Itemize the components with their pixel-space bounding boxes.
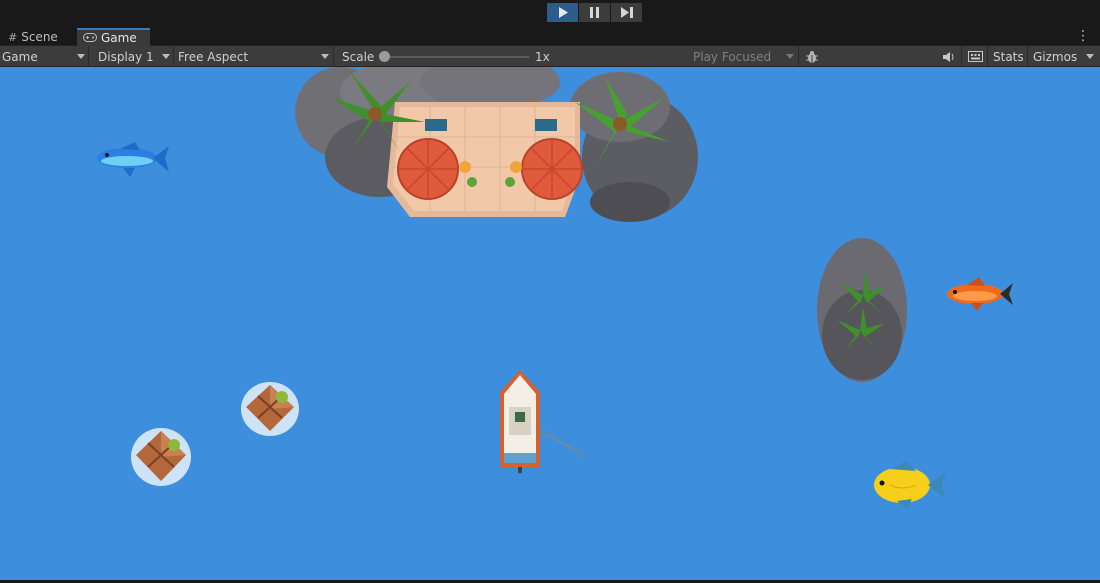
tab-game-label: Game <box>101 31 137 45</box>
play-mode-buttons <box>547 3 642 22</box>
window-tab-strip: # Scene Game ⋮ <box>0 27 1100 46</box>
play-button[interactable] <box>547 3 578 22</box>
play-focused-dropdown[interactable]: Play Focused <box>691 46 799 67</box>
gizmos-label: Gizmos <box>1033 49 1078 64</box>
game-view-toolbar: Game Display 1 Free Aspect Scale 1x Play… <box>0 46 1100 67</box>
play-icon <box>558 7 568 18</box>
floating-crate <box>131 428 191 486</box>
more-options-icon[interactable]: ⋮ <box>1076 29 1090 43</box>
orange-fish <box>947 277 1013 311</box>
scale-slider-handle[interactable] <box>379 51 390 62</box>
scale-value-text: 1x <box>535 49 550 64</box>
rock-islet <box>817 238 907 382</box>
blue-fish <box>97 142 169 177</box>
chevron-down-icon <box>321 54 329 59</box>
chevron-down-icon <box>786 54 794 59</box>
tab-game[interactable]: Game <box>77 28 150 46</box>
scale-slider-track[interactable] <box>386 56 529 58</box>
display-dropdown[interactable]: Display 1 <box>96 46 174 67</box>
scale-label: Scale <box>340 46 374 67</box>
aspect-value: Free Aspect <box>178 49 249 64</box>
player-boat <box>500 370 586 473</box>
scale-label-text: Scale <box>342 49 375 64</box>
bug-icon[interactable] <box>803 46 821 67</box>
play-controls-bar <box>0 0 1100 27</box>
gamepad-icon <box>83 32 97 45</box>
step-icon <box>620 7 633 18</box>
pause-icon <box>590 7 599 18</box>
game-viewport[interactable] <box>0 67 1100 580</box>
grid-icon: # <box>8 30 18 44</box>
scale-value: 1x <box>533 46 550 67</box>
view-type-dropdown[interactable]: Game <box>0 46 89 67</box>
audio-icon[interactable] <box>940 46 962 67</box>
view-type-value: Game <box>2 49 38 64</box>
market-island <box>295 67 698 222</box>
chevron-down-icon <box>77 54 85 59</box>
stats-label: Stats <box>993 49 1024 64</box>
yellow-fish <box>874 461 946 509</box>
aspect-dropdown[interactable]: Free Aspect <box>176 46 334 67</box>
floating-crate <box>241 382 299 436</box>
pause-button[interactable] <box>579 3 610 22</box>
step-button[interactable] <box>611 3 642 22</box>
chevron-down-icon <box>1086 54 1094 59</box>
gizmos-dropdown[interactable]: Gizmos <box>1031 46 1100 67</box>
chevron-down-icon <box>162 54 170 59</box>
display-value: Display 1 <box>98 49 154 64</box>
keyboard-icon[interactable] <box>966 46 988 67</box>
play-focused-text: Play Focused <box>693 49 772 64</box>
tab-scene-label: Scene <box>21 30 58 44</box>
stats-button[interactable]: Stats <box>991 46 1028 67</box>
tab-scene[interactable]: # Scene <box>2 28 64 46</box>
